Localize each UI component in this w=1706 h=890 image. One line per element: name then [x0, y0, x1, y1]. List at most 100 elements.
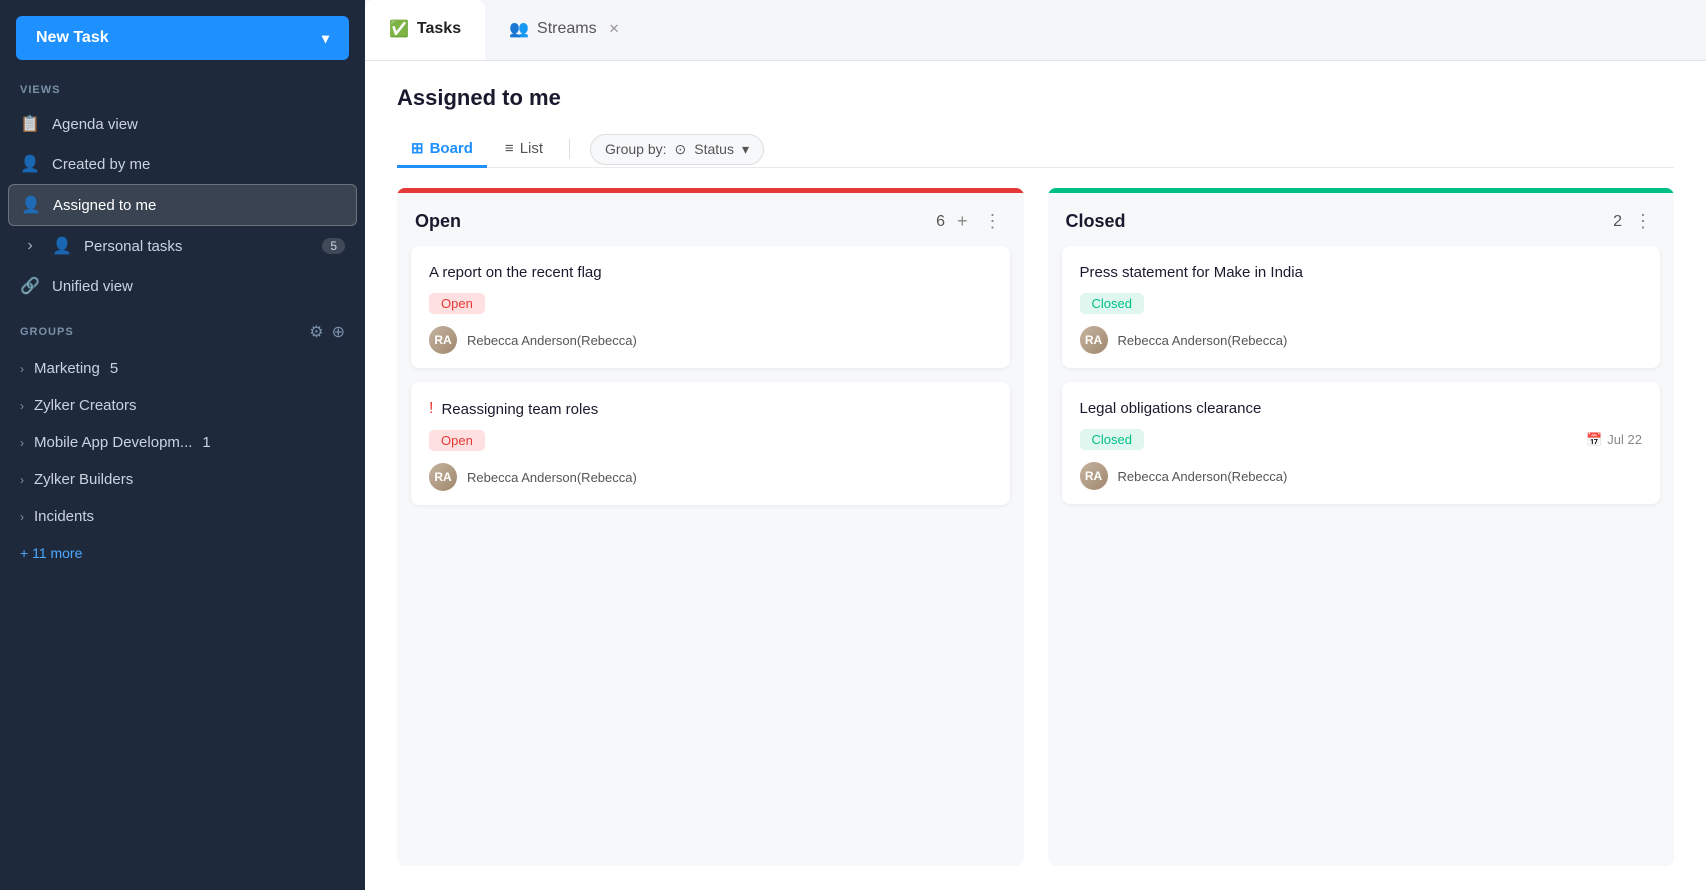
card-open-2[interactable]: ! Reassigning team roles Open RA Rebecca… — [411, 382, 1010, 505]
column-closed-title: Closed — [1066, 211, 1606, 232]
list-label: List — [520, 140, 543, 157]
list-icon: ≡ — [505, 140, 514, 157]
tasks-tab-icon: ✅ — [389, 19, 409, 39]
chevron-right-icon: › — [20, 436, 24, 450]
avatar-img: RA — [429, 326, 457, 354]
sidebar-item-zylker-builders[interactable]: › Zylker Builders — [0, 461, 365, 498]
more-groups-link[interactable]: + 11 more — [0, 535, 365, 571]
sidebar-item-marketing[interactable]: › Marketing 5 — [0, 350, 365, 387]
card-title-text: Press statement for Make in India — [1080, 264, 1303, 281]
group-label: Zylker Builders — [34, 471, 133, 488]
sidebar-item-mobile-app[interactable]: › Mobile App Developm... 1 — [0, 424, 365, 461]
column-open-header: Open 6 + ⋮ — [397, 193, 1024, 246]
card-title: A report on the recent flag — [429, 264, 992, 281]
column-menu-button[interactable]: ⋮ — [1630, 209, 1656, 234]
avatar: RA — [1080, 462, 1108, 490]
assignee-name: Rebecca Anderson(Rebecca) — [467, 333, 637, 348]
card-closed-2[interactable]: Legal obligations clearance Closed 📅 Jul… — [1062, 382, 1661, 504]
column-closed-count: 2 — [1613, 213, 1622, 231]
card-footer: RA Rebecca Anderson(Rebecca) — [429, 463, 992, 491]
status-badge: Open — [429, 430, 485, 451]
groups-label: GROUPS — [20, 326, 309, 338]
group-by-label: Group by: — [605, 141, 666, 157]
group-label: Marketing — [34, 360, 100, 377]
sidebar-item-incidents[interactable]: › Incidents — [0, 498, 365, 535]
main-content: ✅ Tasks 👥 Streams ✕ Assigned to me ⊞ Boa… — [365, 0, 1706, 890]
priority-icon: ! — [429, 400, 433, 418]
card-date: 📅 Jul 22 — [1586, 432, 1642, 448]
chevron-down-icon: ▾ — [322, 30, 329, 47]
column-closed: Closed 2 ⋮ Press statement for Make in I… — [1048, 188, 1675, 866]
card-title-text: Legal obligations clearance — [1080, 400, 1262, 417]
new-task-button[interactable]: New Task ▾ — [16, 16, 349, 60]
sidebar-item-label: Agenda view — [52, 116, 138, 133]
add-card-button[interactable]: + — [953, 209, 972, 234]
chevron-down-icon: ▾ — [742, 141, 749, 158]
avatar: RA — [429, 463, 457, 491]
list-view-button[interactable]: ≡ List — [491, 132, 557, 168]
open-cards: A report on the recent flag Open RA Rebe… — [397, 246, 1024, 519]
sidebar: New Task ▾ VIEWS 📋 Agenda view 👤 Created… — [0, 0, 365, 890]
card-title-text: A report on the recent flag — [429, 264, 602, 281]
view-divider — [569, 139, 570, 159]
views-label: VIEWS — [0, 84, 365, 96]
chevron-right-icon: › — [20, 473, 24, 487]
column-open: Open 6 + ⋮ A report on the recent flag O… — [397, 188, 1024, 866]
board: Open 6 + ⋮ A report on the recent flag O… — [397, 188, 1674, 866]
group-by-selector[interactable]: Group by: ⊙ Status ▾ — [590, 134, 764, 165]
assignee-name: Rebecca Anderson(Rebecca) — [1118, 333, 1288, 348]
column-menu-button[interactable]: ⋮ — [980, 209, 1006, 234]
personal-tasks-icon: 👤 — [52, 236, 72, 256]
check-circle-icon: ⊙ — [675, 141, 687, 158]
card-title: Press statement for Make in India — [1080, 264, 1643, 281]
column-closed-header: Closed 2 ⋮ — [1048, 193, 1675, 246]
board-view-button[interactable]: ⊞ Board — [397, 131, 487, 168]
tabs-bar: ✅ Tasks 👥 Streams ✕ — [365, 0, 1706, 61]
page-title: Assigned to me — [397, 85, 1674, 111]
tab-streams[interactable]: 👥 Streams ✕ — [485, 0, 643, 60]
chevron-right-icon: › — [20, 510, 24, 524]
new-task-label: New Task — [36, 29, 109, 47]
calendar-icon: 📅 — [1586, 432, 1602, 448]
card-open-1[interactable]: A report on the recent flag Open RA Rebe… — [411, 246, 1010, 368]
personal-icon: › — [20, 237, 40, 255]
card-closed-1[interactable]: Press statement for Make in India Closed… — [1062, 246, 1661, 368]
mobile-badge: 1 — [202, 434, 210, 451]
avatar: RA — [1080, 326, 1108, 354]
card-footer: RA Rebecca Anderson(Rebecca) — [429, 326, 992, 354]
status-badge: Open — [429, 293, 485, 314]
tab-tasks[interactable]: ✅ Tasks — [365, 0, 485, 60]
sidebar-item-personal[interactable]: › 👤 Personal tasks 5 — [0, 226, 365, 266]
board-icon: ⊞ — [411, 139, 424, 157]
sidebar-item-created[interactable]: 👤 Created by me — [0, 144, 365, 184]
closed-cards: Press statement for Make in India Closed… — [1048, 246, 1675, 518]
column-open-count: 6 — [936, 213, 945, 231]
groups-header: GROUPS ⚙ ⊕ — [0, 322, 365, 342]
group-label: Incidents — [34, 508, 94, 525]
group-add-icon[interactable]: ⊕ — [332, 322, 345, 342]
streams-tab-icon: 👥 — [509, 19, 529, 39]
close-tab-icon[interactable]: ✕ — [609, 21, 620, 37]
sidebar-item-unified[interactable]: 🔗 Unified view — [0, 266, 365, 306]
avatar-img: RA — [429, 463, 457, 491]
card-title: Legal obligations clearance — [1080, 400, 1643, 417]
status-badge: Closed — [1080, 293, 1144, 314]
assigned-icon: 👤 — [21, 195, 41, 215]
page-content: Assigned to me ⊞ Board ≡ List Group by: … — [365, 61, 1706, 890]
created-icon: 👤 — [20, 154, 40, 174]
chevron-right-icon: › — [20, 362, 24, 376]
assignee-name: Rebecca Anderson(Rebecca) — [467, 470, 637, 485]
sidebar-item-agenda[interactable]: 📋 Agenda view — [0, 104, 365, 144]
avatar-img: RA — [1080, 462, 1108, 490]
group-label: Mobile App Developm... — [34, 434, 192, 451]
card-footer: RA Rebecca Anderson(Rebecca) — [1080, 462, 1643, 490]
card-title: ! Reassigning team roles — [429, 400, 992, 418]
board-label: Board — [430, 140, 473, 157]
group-label: Zylker Creators — [34, 397, 137, 414]
gear-icon[interactable]: ⚙ — [309, 322, 323, 342]
status-badge: Closed — [1080, 429, 1144, 450]
sidebar-item-zylker-creators[interactable]: › Zylker Creators — [0, 387, 365, 424]
avatar: RA — [429, 326, 457, 354]
sidebar-item-assigned[interactable]: 👤 Assigned to me — [8, 184, 357, 226]
agenda-icon: 📋 — [20, 114, 40, 134]
